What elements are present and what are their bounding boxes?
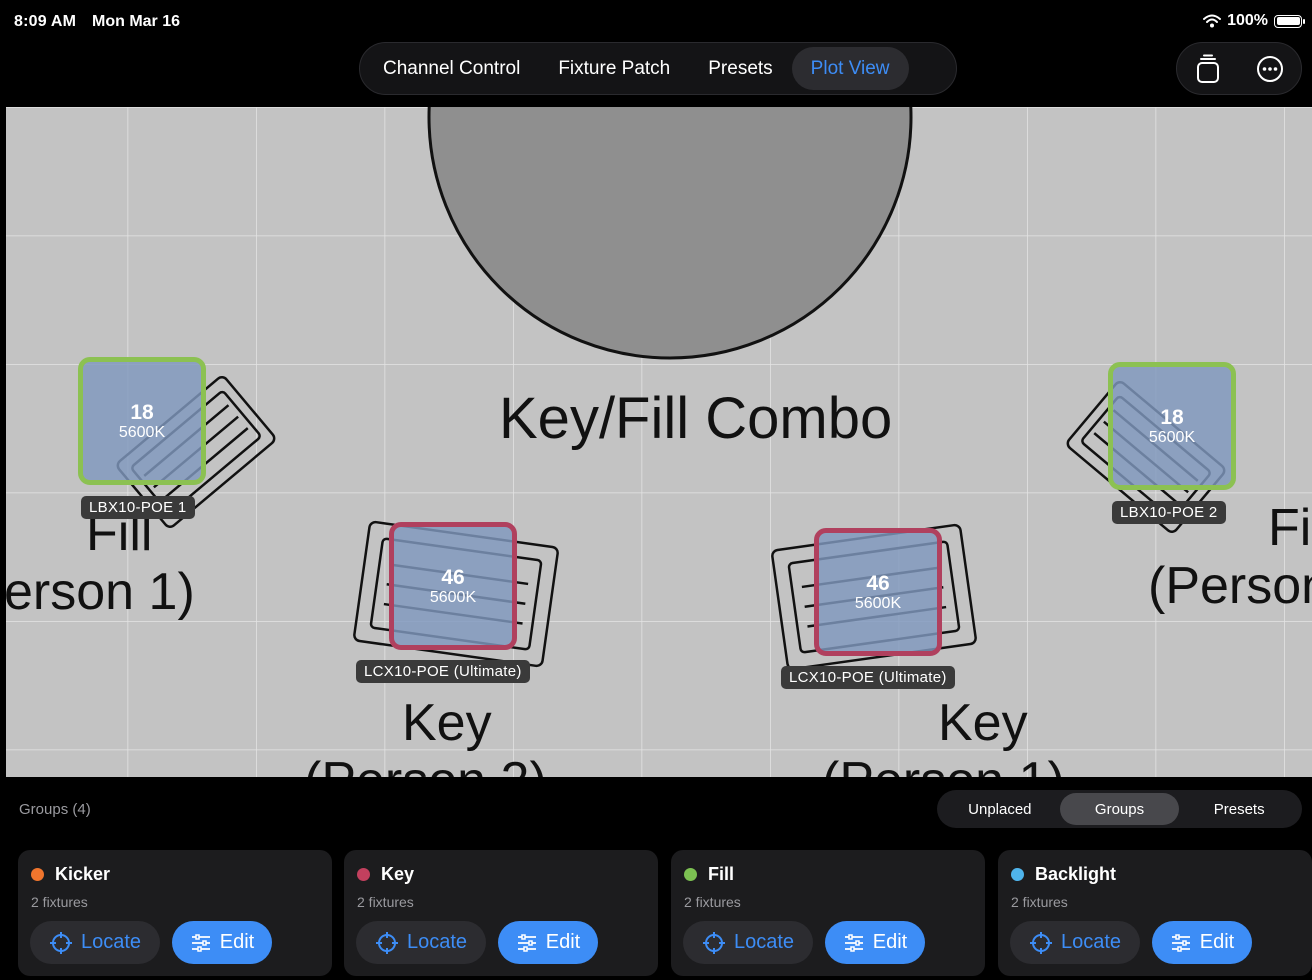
wifi-icon	[1203, 14, 1222, 28]
fixture-temp: 5600K	[1148, 428, 1196, 446]
fixture-temp: 5600K	[118, 423, 166, 441]
group-fixture-count: 2 fixtures	[357, 894, 414, 910]
locate-label: Locate	[80, 931, 142, 953]
fixture-name-tag: LCX10-POE (Ultimate)	[781, 666, 955, 689]
group-card-backlight: Backlight 2 fixtures Locate Edit	[998, 850, 1312, 976]
group-fixture-count: 2 fixtures	[1011, 894, 1068, 910]
toolbar-actions	[1176, 42, 1302, 95]
status-date: Mon Mar 16	[92, 13, 181, 30]
panel-segmented-control: Unplaced Groups Presets	[937, 790, 1302, 828]
status-indicators: 100%	[1203, 12, 1305, 30]
edit-button[interactable]: Edit	[1152, 921, 1252, 964]
fixture-lcx10-poe-left[interactable]: 46 5600K	[389, 522, 517, 650]
crosshair-icon	[702, 931, 725, 954]
tab-presets[interactable]: Presets	[689, 47, 791, 90]
label-person1-left: erson 1)	[6, 563, 195, 621]
edit-label: Edit	[872, 931, 908, 953]
locate-label: Locate	[733, 931, 795, 953]
locate-button[interactable]: Locate	[683, 921, 813, 964]
group-header: Kicker	[31, 864, 110, 885]
label-fill-right: Fil	[1268, 499, 1312, 557]
edit-button[interactable]: Edit	[825, 921, 925, 964]
sliders-icon	[844, 933, 863, 952]
group-card-key: Key 2 fixtures Locate Edit	[344, 850, 658, 976]
fixture-name-tag: LBX10-POE 2	[1112, 501, 1226, 524]
group-color-dot	[357, 868, 370, 881]
locate-label: Locate	[406, 931, 468, 953]
fixture-channel: 46	[441, 565, 465, 589]
label-person1-right: (Person 1)	[822, 755, 1065, 777]
locate-button[interactable]: Locate	[1010, 921, 1140, 964]
sliders-icon	[191, 933, 210, 952]
segment-unplaced[interactable]: Unplaced	[940, 793, 1060, 825]
fixture-lcx10-poe-right[interactable]: 46 5600K	[814, 528, 942, 656]
fixture-lbx10-poe-1[interactable]: 18 5600K	[78, 357, 206, 485]
label-key-right: Key	[938, 694, 1028, 752]
plot-canvas[interactable]: Key/Fill Combo Fill erson 1) Key (Person…	[6, 107, 1312, 777]
battery-percent: 100%	[1227, 12, 1268, 29]
group-fixture-count: 2 fixtures	[31, 894, 88, 910]
label-person-right: (Person	[1148, 557, 1312, 615]
fixture-channel: 18	[1160, 405, 1184, 429]
edit-button[interactable]: Edit	[172, 921, 272, 964]
group-color-dot	[31, 868, 44, 881]
locate-button[interactable]: Locate	[356, 921, 486, 964]
group-name: Fill	[708, 864, 734, 884]
group-fixture-count: 2 fixtures	[684, 894, 741, 910]
tab-plot-view[interactable]: Plot View	[791, 47, 909, 90]
main-tab-bar: Channel Control Fixture Patch Presets Pl…	[359, 42, 957, 95]
status-time: 8:09 AM	[14, 13, 77, 30]
battery-icon	[1274, 14, 1305, 28]
fixture-name-tag: LCX10-POE (Ultimate)	[356, 660, 530, 683]
fixture-temp: 5600K	[429, 588, 477, 606]
label-person2-left: (Person 2)	[304, 755, 547, 777]
group-card-fill: Fill 2 fixtures Locate Edit	[671, 850, 985, 976]
edit-button[interactable]: Edit	[498, 921, 598, 964]
label-key-fill-combo: Key/Fill Combo	[499, 386, 893, 451]
locate-label: Locate	[1060, 931, 1122, 953]
tab-fixture-patch[interactable]: Fixture Patch	[539, 47, 689, 90]
group-name: Key	[381, 864, 415, 884]
edit-label: Edit	[545, 931, 581, 953]
crosshair-icon	[375, 931, 398, 954]
crosshair-icon	[49, 931, 72, 954]
group-color-dot	[684, 868, 697, 881]
group-name: Backlight	[1035, 864, 1117, 884]
fixture-name-tag: LBX10-POE 1	[81, 496, 195, 519]
sliders-icon	[517, 933, 536, 952]
segment-presets[interactable]: Presets	[1179, 793, 1299, 825]
fixture-channel: 18	[130, 400, 154, 424]
group-header: Backlight	[1011, 864, 1116, 885]
sliders-icon	[1171, 933, 1190, 952]
fixture-channel: 46	[866, 571, 890, 595]
more-icon	[1257, 55, 1283, 82]
group-header: Key	[357, 864, 414, 885]
crosshair-icon	[1029, 931, 1052, 954]
clipboard-icon	[1197, 54, 1219, 83]
status-bar: 8:09 AM Mon Mar 16 100%	[0, 0, 1312, 40]
edit-label: Edit	[1199, 931, 1235, 953]
more-button[interactable]	[1250, 49, 1290, 89]
group-header: Fill	[684, 864, 734, 885]
fixture-temp: 5600K	[854, 594, 902, 612]
clipboard-button[interactable]	[1188, 49, 1228, 89]
edit-label: Edit	[219, 931, 255, 953]
fixture-lbx10-poe-2[interactable]: 18 5600K	[1108, 362, 1236, 490]
label-key-left: Key	[402, 694, 492, 752]
group-name: Kicker	[55, 864, 111, 884]
segment-groups[interactable]: Groups	[1059, 793, 1180, 825]
group-color-dot	[1011, 868, 1024, 881]
tab-channel-control[interactable]: Channel Control	[364, 47, 539, 90]
groups-panel: Groups (4) Unplaced Groups Presets Kicke…	[0, 777, 1312, 980]
locate-button[interactable]: Locate	[30, 921, 160, 964]
groups-title: Groups (4)	[19, 801, 91, 818]
group-card-kicker: Kicker 2 fixtures Locate Edit	[18, 850, 332, 976]
